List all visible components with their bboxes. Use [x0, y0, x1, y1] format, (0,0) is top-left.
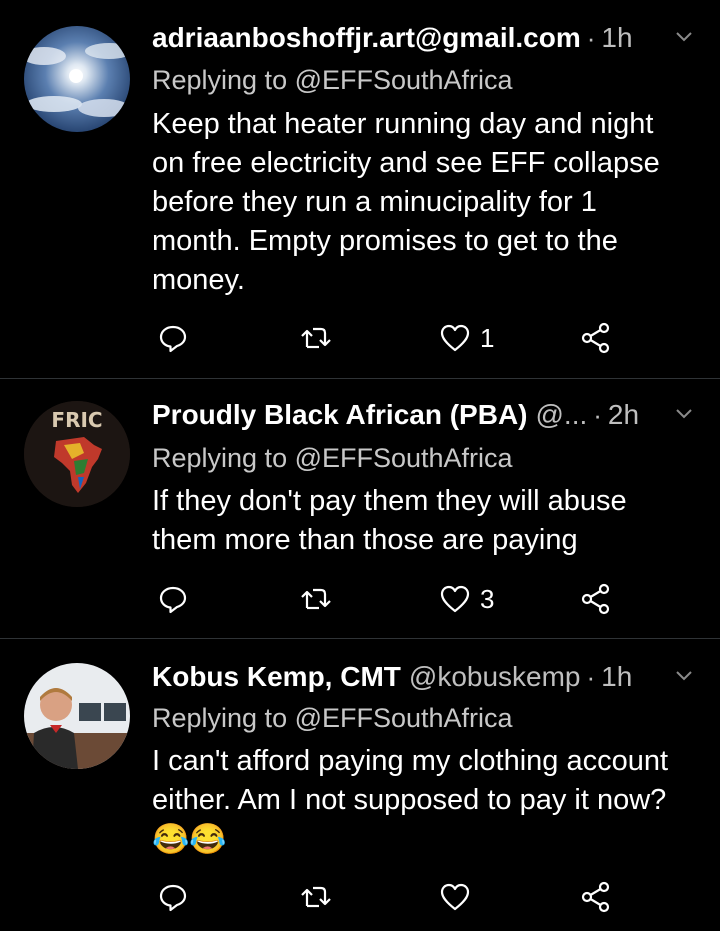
replying-to[interactable]: Replying to @EFFSouthAfrica	[152, 62, 513, 98]
like-count: 3	[480, 583, 495, 614]
reply-icon	[159, 325, 187, 353]
timestamp[interactable]: 2h	[608, 399, 639, 431]
tweet-line: either. Am I not supposed to pay it now?	[152, 784, 667, 816]
author-name[interactable]: Proudly Black African (PBA)	[152, 399, 527, 431]
share-icon	[581, 583, 610, 615]
retweet-button[interactable]	[300, 877, 332, 917]
retweet-icon	[301, 588, 331, 610]
reply-icon	[159, 884, 187, 912]
heart-icon	[440, 585, 470, 613]
action-bar: 3	[0, 579, 720, 619]
author-name[interactable]: Kobus Kemp, CMT	[152, 661, 401, 693]
tweet-line: them more than those are paying	[152, 524, 578, 556]
chevron-down-icon[interactable]	[674, 26, 694, 46]
tweet-line: month. Empty promises to get to the	[152, 225, 618, 257]
tweet-header: Kobus Kemp, CMT @kobuskemp · 1h	[152, 657, 696, 697]
tweet-header: Proudly Black African (PBA) @... · 2h	[152, 395, 696, 435]
like-button[interactable]: 1	[440, 318, 494, 358]
heart-icon	[440, 324, 470, 352]
tweet-1[interactable]: adriaanboshoffjr.art@gmail.com · 1h Repl…	[0, 0, 720, 378]
share-icon	[581, 881, 610, 913]
tweet-line: on free electricity and see EFF collapse	[152, 147, 660, 179]
tweet-line: before they run a minucipality for 1	[152, 186, 597, 218]
like-count: 1	[480, 322, 495, 353]
avatar[interactable]	[24, 26, 130, 132]
replying-to[interactable]: Replying to @EFFSouthAfrica	[152, 440, 513, 476]
tweet-2[interactable]: FRIC Proudly Black African (PBA) @... · …	[0, 379, 720, 637]
tweet-text: If they don't pay them they will abuse t…	[152, 482, 696, 560]
author-handle[interactable]: @...	[535, 399, 587, 431]
share-icon	[581, 322, 610, 354]
avatar[interactable]: FRIC	[24, 401, 130, 507]
reply-icon	[159, 586, 187, 614]
chevron-down-icon[interactable]	[674, 665, 694, 685]
timestamp[interactable]: 1h	[601, 22, 632, 54]
share-button[interactable]	[580, 318, 612, 358]
avatar[interactable]	[24, 663, 130, 769]
separator-dot: ·	[586, 661, 596, 692]
tweet-3[interactable]: Kobus Kemp, CMT @kobuskemp · 1h Replying…	[0, 639, 720, 931]
chevron-down-icon[interactable]	[674, 403, 694, 423]
tweet-line: money.	[152, 264, 245, 296]
retweet-icon	[301, 327, 331, 349]
tweet-line: I can't afford paying my clothing accoun…	[152, 745, 669, 777]
svg-text:FRIC: FRIC	[51, 408, 102, 432]
reply-button[interactable]	[158, 318, 188, 358]
share-button[interactable]	[580, 579, 612, 619]
tweet-line: If they don't pay them they will abuse	[152, 485, 627, 517]
share-button[interactable]	[580, 877, 612, 917]
tweet-line: Keep that heater running day and night	[152, 108, 654, 140]
separator-dot: ·	[586, 22, 596, 53]
retweet-button[interactable]	[300, 579, 332, 619]
retweet-button[interactable]	[300, 318, 332, 358]
tweet-emoji: 😂😂	[152, 823, 227, 856]
tweet-header: adriaanboshoffjr.art@gmail.com · 1h	[152, 18, 696, 58]
reply-button[interactable]	[158, 579, 188, 619]
timestamp[interactable]: 1h	[601, 661, 632, 693]
separator-dot: ·	[593, 399, 602, 430]
like-button[interactable]: 3	[440, 579, 494, 619]
author-name[interactable]: adriaanboshoffjr.art@gmail.com	[152, 22, 581, 54]
reply-button[interactable]	[158, 877, 188, 917]
tweet-text: I can't afford paying my clothing accoun…	[152, 742, 696, 860]
heart-icon	[440, 883, 470, 911]
tweet-text: Keep that heater running day and night o…	[152, 105, 696, 300]
retweet-icon	[301, 886, 331, 908]
like-button[interactable]	[440, 877, 480, 917]
action-bar	[0, 877, 720, 917]
replying-to[interactable]: Replying to @EFFSouthAfrica	[152, 700, 513, 736]
author-handle[interactable]: @kobuskemp	[409, 661, 581, 693]
action-bar: 1	[0, 318, 720, 358]
